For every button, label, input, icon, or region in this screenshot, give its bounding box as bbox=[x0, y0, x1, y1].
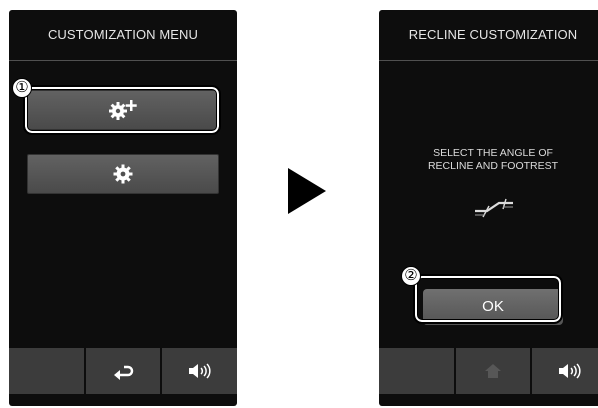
header-divider bbox=[379, 60, 598, 61]
callout-frame-2 bbox=[413, 274, 563, 324]
play-arrow-icon bbox=[288, 168, 328, 219]
return-arrow-icon bbox=[114, 365, 134, 380]
home-button bbox=[455, 348, 531, 394]
footer-blank-cell bbox=[9, 348, 84, 394]
volume-button[interactable] bbox=[162, 348, 238, 394]
speaker-icon bbox=[188, 363, 211, 379]
callout-frame-1 bbox=[23, 85, 221, 135]
instruction-line-2: RECLINE AND FOOTREST bbox=[427, 160, 559, 172]
instruction-text: SELECT THE ANGLE OF RECLINE AND FOOTREST bbox=[379, 147, 598, 173]
instruction-line-1: SELECT THE ANGLE OF bbox=[433, 147, 553, 159]
volume-button[interactable] bbox=[532, 348, 598, 394]
recline-customization-screen: RECLINE CUSTOMIZATION SELECT THE ANGLE O… bbox=[379, 10, 598, 406]
speaker-icon bbox=[558, 363, 581, 379]
customization-menu-screen: CUSTOMIZATION MENU bbox=[9, 10, 238, 406]
footer-blank-cell bbox=[379, 348, 454, 394]
gear-icon bbox=[113, 164, 133, 184]
callout-number-1: ① bbox=[12, 78, 32, 98]
settings-button[interactable] bbox=[27, 154, 219, 194]
footer-bar bbox=[9, 348, 238, 394]
recline-angle-icon bbox=[475, 198, 513, 218]
header-divider bbox=[9, 60, 237, 61]
screen-title: RECLINE CUSTOMIZATION bbox=[408, 27, 578, 42]
back-button[interactable] bbox=[85, 348, 161, 394]
footer-bar bbox=[379, 348, 598, 394]
callout-number-2: ② bbox=[401, 266, 421, 286]
screen-title: CUSTOMIZATION MENU bbox=[47, 27, 199, 42]
home-icon bbox=[485, 364, 501, 378]
